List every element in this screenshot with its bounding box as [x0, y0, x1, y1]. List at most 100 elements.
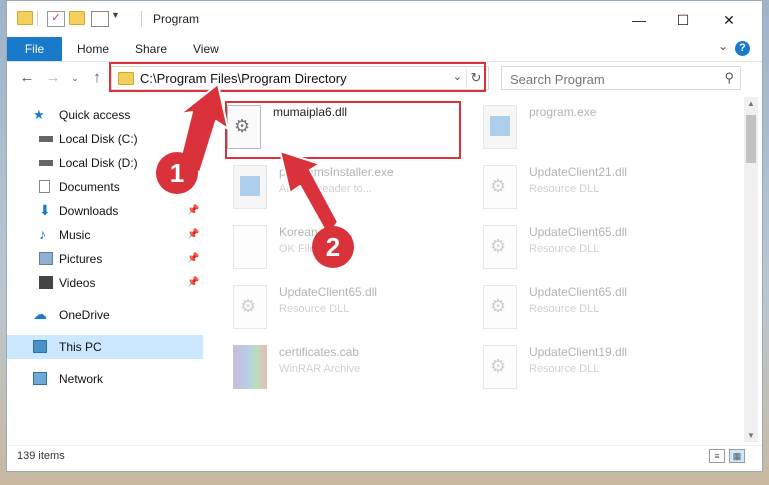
details-view-icon[interactable]: ≡ [709, 449, 725, 463]
dll-file-icon: ⚙ [483, 345, 517, 389]
ribbon: File Home Share View ⌄ ? [7, 37, 762, 62]
file-name: UpdateClient21.dll [529, 165, 628, 179]
scrollbar-thumb[interactable] [746, 115, 756, 163]
minimize-button[interactable]: — [619, 7, 659, 33]
sidebar-item-music[interactable]: ♪ Music 📌 [7, 223, 203, 247]
drive-icon [39, 160, 53, 166]
file-highlight-box [225, 101, 461, 159]
pin-icon[interactable]: 📌 [187, 205, 199, 216]
file-name: programsInstaller.exe [279, 165, 394, 179]
dll-file-icon: ⚙ [233, 285, 267, 329]
file-name: program.exe [529, 105, 597, 119]
properties-icon[interactable]: ✓ [47, 11, 65, 27]
sidebar-item-label: Network [59, 372, 104, 386]
recent-locations-icon[interactable]: ⌄ [65, 68, 85, 88]
new-folder-icon[interactable] [69, 11, 85, 25]
search-box[interactable]: ⚲ [501, 66, 741, 90]
file-description: Resource DLL [529, 243, 600, 255]
app-icon [490, 116, 510, 136]
file-description: WinRAR Archive [279, 363, 361, 375]
item-count: 139 items [17, 450, 65, 462]
file-description: ALF Reneader to... [279, 183, 372, 195]
help-icon[interactable]: ? [735, 41, 750, 56]
star-icon: ★ [33, 107, 45, 122]
document-icon [39, 180, 50, 193]
vertical-scrollbar[interactable]: ▲ ▼ [744, 97, 758, 442]
gear-icon: ⚙ [490, 176, 507, 196]
pin-icon[interactable]: 📌 [187, 253, 199, 264]
tab-home[interactable]: Home [77, 37, 109, 61]
file-item-updateclient21[interactable]: ⚙ UpdateClient21.dll Resource DLL [483, 163, 723, 221]
sidebar-item-label: Pictures [59, 252, 103, 266]
dll-file-icon: ⚙ [483, 225, 517, 269]
close-button[interactable]: ✕ [709, 7, 749, 33]
maximize-button[interactable]: ☐ [663, 7, 703, 33]
dll-file-icon: ⚙ [483, 165, 517, 209]
sidebar-item-pictures[interactable]: Pictures 📌 [7, 247, 203, 271]
sidebar-item-onedrive[interactable]: ☁ OneDrive [7, 303, 203, 327]
network-icon [33, 372, 47, 385]
step-badge-2: 2 [312, 226, 354, 268]
download-icon: ⬇ [39, 202, 51, 218]
forward-arrow-icon[interactable]: → [43, 68, 63, 88]
up-arrow-icon[interactable]: ↑ [87, 68, 107, 88]
file-item-updateclient65[interactable]: ⚙ UpdateClient65.dll Resource DLL [233, 283, 473, 341]
scroll-up-icon[interactable]: ▲ [744, 99, 758, 108]
app-icon [240, 176, 260, 196]
file-item-installer[interactable]: programsInstaller.exe ALF Reneader to... [233, 163, 473, 221]
cloud-icon: ☁ [33, 306, 47, 322]
file-name: UpdateClient19.dll [529, 345, 628, 359]
tab-view[interactable]: View [193, 37, 219, 61]
gear-icon: ⚙ [490, 236, 507, 256]
file-description: Resource DLL [529, 363, 600, 375]
archive-file-icon [233, 345, 267, 389]
file-item-updateclient19[interactable]: ⚙ UpdateClient19.dll Resource DLL [483, 343, 723, 401]
search-input[interactable] [508, 68, 712, 90]
dll-file-icon: ⚙ [483, 285, 517, 329]
exe-file-icon [483, 105, 517, 149]
file-name: UpdateClient65.dll [279, 285, 378, 299]
pin-icon[interactable]: 📌 [187, 277, 199, 288]
expand-ribbon-icon[interactable]: ⌄ [718, 39, 728, 53]
sidebar-item-local-disk-c[interactable]: Local Disk (C:) [7, 127, 203, 151]
file-description: OK File [279, 243, 316, 255]
divider [141, 11, 142, 27]
tab-share[interactable]: Share [135, 37, 167, 61]
pin-icon[interactable]: 📌 [187, 229, 199, 240]
pictures-icon [39, 252, 53, 265]
music-icon: ♪ [39, 226, 46, 242]
sidebar-item-videos[interactable]: Videos 📌 [7, 271, 203, 295]
file-item-program-exe[interactable]: program.exe [483, 103, 723, 161]
back-arrow-icon[interactable]: ← [17, 68, 37, 88]
sidebar-item-label: OneDrive [59, 308, 110, 322]
sidebar-item-this-pc[interactable]: This PC [7, 335, 203, 359]
file-name: Korean [279, 225, 318, 239]
search-icon[interactable]: ⚲ [724, 70, 734, 86]
scroll-down-icon[interactable]: ▼ [744, 431, 758, 440]
sidebar-item-label: Documents [59, 180, 120, 194]
sidebar-item-label: Videos [59, 276, 96, 290]
window-title: Program [153, 12, 200, 26]
large-icons-view-icon[interactable]: ▦ [729, 449, 745, 463]
file-item-certificates-cab[interactable]: certificates.cab WinRAR Archive [233, 343, 473, 401]
computer-icon [33, 340, 47, 353]
sidebar-item-label: Downloads [59, 204, 119, 218]
customize-quick-access-icon[interactable] [91, 11, 109, 27]
file-item-updateclient65[interactable]: ⚙ UpdateClient65.dll Resource DLL [483, 283, 723, 341]
sidebar-item-label: Music [59, 228, 91, 242]
file-description: Resource DLL [529, 183, 600, 195]
divider [37, 10, 38, 26]
file-item-updateclient65[interactable]: ⚙ UpdateClient65.dll Resource DLL [483, 223, 723, 281]
gear-icon: ⚙ [490, 296, 507, 316]
step-badge-1: 1 [156, 152, 198, 194]
tab-file[interactable]: File [7, 37, 62, 61]
sidebar-item-label: Local Disk (D:) [59, 156, 138, 170]
gear-icon: ⚙ [490, 356, 507, 376]
status-bar: 139 items ≡ ▦ [7, 445, 762, 468]
folder-icon [17, 11, 33, 25]
sidebar-item-quick-access[interactable]: ★ Quick access [7, 103, 203, 127]
chevron-down-icon[interactable]: ▼ [111, 10, 120, 20]
gear-icon: ⚙ [240, 296, 257, 316]
sidebar-item-downloads[interactable]: ⬇ Downloads 📌 [7, 199, 203, 223]
sidebar-item-network[interactable]: Network [7, 367, 203, 391]
